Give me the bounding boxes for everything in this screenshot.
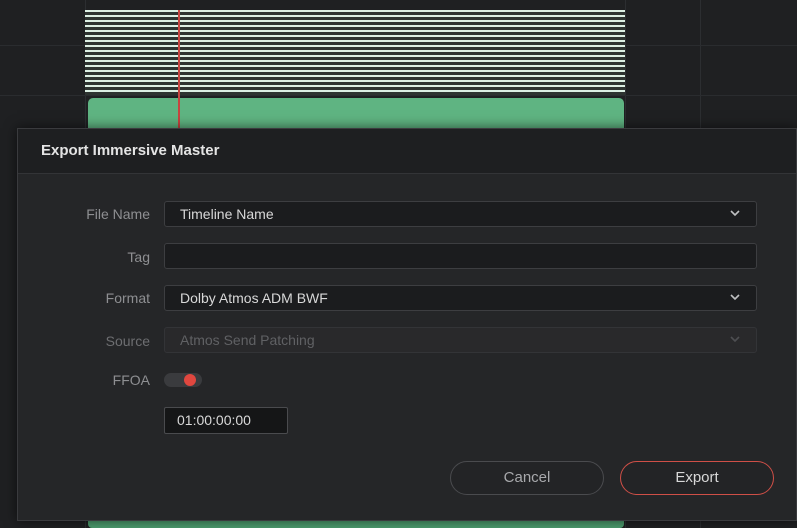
dialog-header: Export Immersive Master [18,129,796,174]
tag-input[interactable] [164,243,757,269]
file-name-dropdown[interactable]: Timeline Name [164,201,757,227]
playhead[interactable] [178,10,180,128]
export-button[interactable]: Export [620,461,774,495]
file-name-value: Timeline Name [180,206,274,222]
ffoa-label: FFOA [112,372,150,388]
tag-label: Tag [127,249,150,265]
file-name-label: File Name [86,206,150,222]
dialog-title: Export Immersive Master [41,142,220,159]
ffoa-timecode-field[interactable]: 01:00:00:00 [164,407,288,434]
source-dropdown[interactable]: Atmos Send Patching [164,327,757,353]
chevron-down-icon [730,294,740,301]
ffoa-toggle-knob [184,374,196,386]
chevron-down-icon [730,336,740,343]
timeline-track-divider [0,95,797,96]
format-label: Format [105,290,150,306]
ffoa-toggle[interactable] [164,373,202,387]
export-immersive-master-dialog: Export Immersive Master File Name Timeli… [17,128,797,521]
source-label: Source [105,333,150,349]
format-dropdown[interactable]: Dolby Atmos ADM BWF [164,285,757,311]
format-value: Dolby Atmos ADM BWF [180,290,328,306]
source-value: Atmos Send Patching [180,332,315,348]
chevron-down-icon [730,210,740,217]
cancel-button[interactable]: Cancel [450,461,604,495]
timeline-clip-lower[interactable] [88,520,624,528]
timeline-clip-waveform[interactable] [85,10,625,95]
